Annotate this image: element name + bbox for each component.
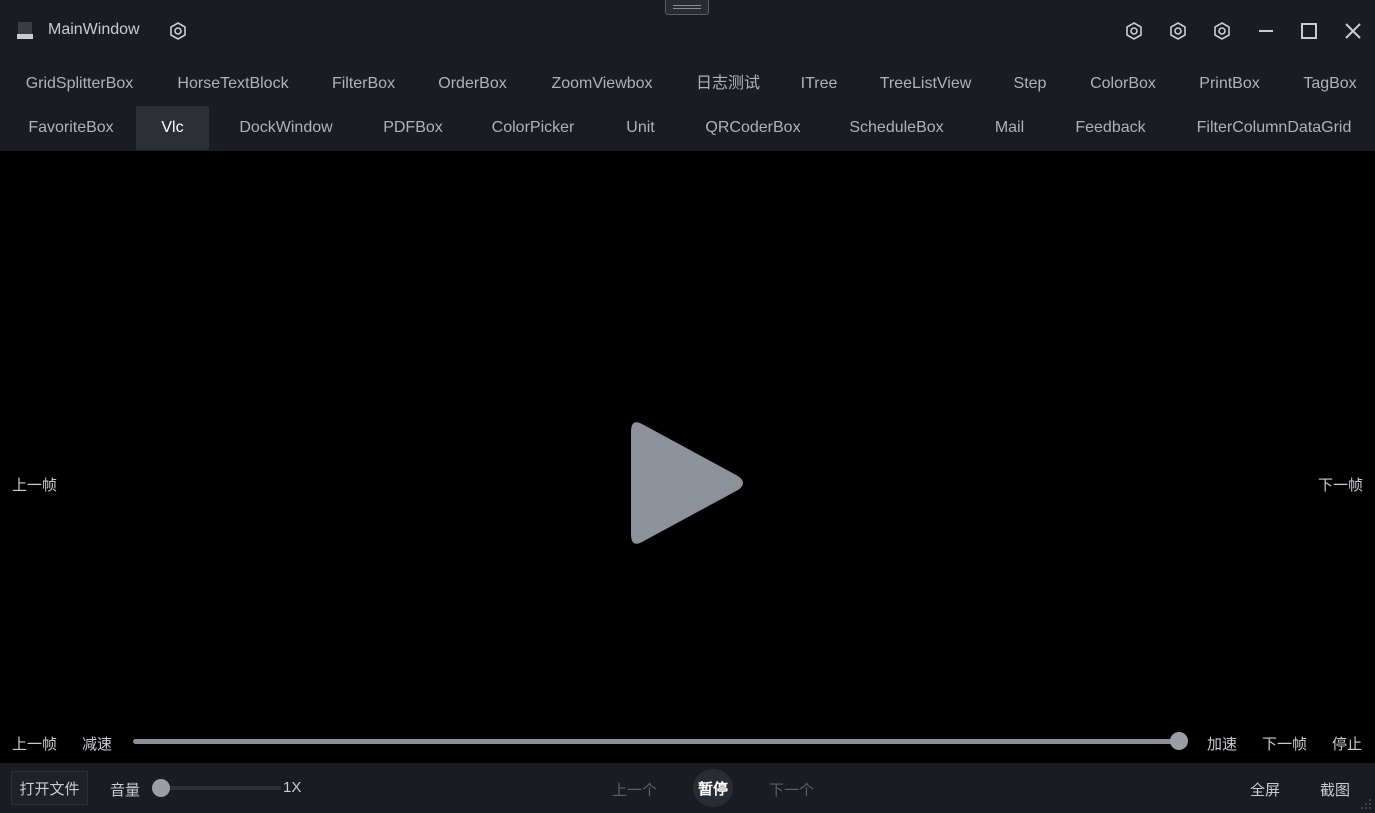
tab-schedulebox[interactable]: ScheduleBox xyxy=(840,106,953,150)
tab-orderbox[interactable]: OrderBox xyxy=(428,62,517,106)
tab-filterbox[interactable]: FilterBox xyxy=(322,62,405,106)
speed-up-button[interactable]: 加速 xyxy=(1207,733,1237,754)
tab-tagbox[interactable]: TagBox xyxy=(1292,62,1368,106)
tab-itree[interactable]: ITree xyxy=(790,62,848,106)
next-frame-button[interactable]: 下一帧 xyxy=(1262,733,1307,754)
resize-grip-icon[interactable] xyxy=(1360,798,1372,810)
pause-button[interactable]: 暂停 xyxy=(693,769,733,807)
tab-vlc[interactable]: Vlc xyxy=(136,106,209,150)
settings-icon[interactable] xyxy=(1209,18,1235,44)
speed-readout: 1X xyxy=(283,779,302,796)
open-file-button[interactable]: 打开文件 xyxy=(11,771,88,805)
volume-slider[interactable] xyxy=(161,786,281,790)
tab-row-2: FavoriteBox Vlc DockWindow PDFBox ColorP… xyxy=(0,106,1375,150)
screenshot-button[interactable]: 截图 xyxy=(1320,779,1350,800)
title-bar[interactable]: MainWindow xyxy=(0,0,1375,62)
tab-treelistview[interactable]: TreeListView xyxy=(870,62,981,106)
play-icon[interactable] xyxy=(628,418,748,548)
volume-label: 音量 xyxy=(110,782,141,799)
tab-qrcoderbox[interactable]: QRCoderBox xyxy=(697,106,809,150)
stop-button[interactable]: 停止 xyxy=(1332,733,1362,754)
tab-feedback[interactable]: Feedback xyxy=(1066,106,1155,150)
bottom-bar: 打开文件 音量 1X 上一个 暂停 下一个 全屏 截图 xyxy=(0,763,1375,813)
drag-grip[interactable] xyxy=(665,0,709,15)
tab-unit[interactable]: Unit xyxy=(615,106,666,150)
app-icon xyxy=(17,22,33,39)
tab-filtercolumndatagrid[interactable]: FilterColumnDataGrid xyxy=(1186,106,1362,150)
slow-down-button[interactable]: 减速 xyxy=(82,733,112,754)
skin-icon[interactable] xyxy=(1165,18,1191,44)
tab-log-test[interactable]: 日志测试 xyxy=(688,62,768,106)
previous-button[interactable]: 上一个 xyxy=(612,779,657,800)
tab-colorbox[interactable]: ColorBox xyxy=(1080,62,1166,106)
progress-thumb[interactable] xyxy=(1170,732,1188,750)
progress-slider[interactable] xyxy=(133,739,1179,744)
tab-dockwindow[interactable]: DockWindow xyxy=(228,106,344,150)
next-button[interactable]: 下一个 xyxy=(769,779,814,800)
tab-pdfbox[interactable]: PDFBox xyxy=(375,106,451,150)
maximize-icon[interactable] xyxy=(1296,18,1322,44)
fullscreen-button[interactable]: 全屏 xyxy=(1250,779,1280,800)
minimize-icon[interactable] xyxy=(1253,18,1279,44)
settings-gear-icon[interactable] xyxy=(165,18,191,44)
tab-zoomviewbox[interactable]: ZoomViewbox xyxy=(540,62,664,106)
tab-printbox[interactable]: PrintBox xyxy=(1189,62,1270,106)
next-frame-side-button[interactable]: 下一帧 xyxy=(1318,474,1363,495)
prev-frame-side-button[interactable]: 上一帧 xyxy=(12,474,57,495)
prev-frame-button[interactable]: 上一帧 xyxy=(12,733,57,754)
window-title: MainWindow xyxy=(48,21,140,38)
tab-gridsplitterbox[interactable]: GridSplitterBox xyxy=(14,62,145,106)
tab-step[interactable]: Step xyxy=(1004,62,1056,106)
volume-thumb[interactable] xyxy=(152,779,170,797)
tab-colorpicker[interactable]: ColorPicker xyxy=(482,106,584,150)
close-icon[interactable] xyxy=(1340,18,1366,44)
tab-favoritebox[interactable]: FavoriteBox xyxy=(18,106,124,150)
tab-row-1: GridSplitterBox HorseTextBlock FilterBox… xyxy=(0,62,1375,106)
tab-horsetextblock[interactable]: HorseTextBlock xyxy=(166,62,300,106)
theme-icon[interactable] xyxy=(1121,18,1147,44)
tab-mail[interactable]: Mail xyxy=(984,106,1035,150)
